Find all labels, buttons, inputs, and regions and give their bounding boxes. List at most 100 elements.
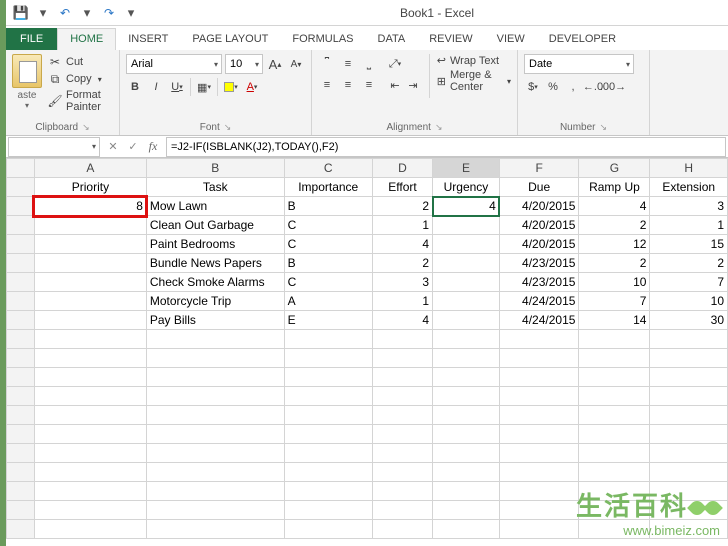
cell-empty[interactable] (499, 482, 579, 501)
cell-B7[interactable]: Motorcycle Trip (146, 292, 284, 311)
cell-empty[interactable] (34, 444, 146, 463)
font-color-button[interactable]: A▾ (243, 77, 261, 97)
bold-button[interactable]: B (126, 77, 144, 97)
cell-empty[interactable] (146, 482, 284, 501)
cell-C1[interactable]: Importance (284, 178, 372, 197)
paste-more-icon[interactable]: ▾ (25, 101, 29, 110)
cell-F8[interactable]: 4/24/2015 (499, 311, 579, 330)
cell-F5[interactable]: 4/23/2015 (499, 254, 579, 273)
comma-button[interactable]: , (564, 77, 582, 97)
cell-empty[interactable] (433, 520, 500, 539)
cell-empty[interactable] (372, 425, 432, 444)
cell-E7[interactable] (433, 292, 500, 311)
col-header-B[interactable]: B (146, 159, 284, 178)
cell-empty[interactable] (34, 425, 146, 444)
cell-empty[interactable] (650, 406, 728, 425)
row-header[interactable] (7, 216, 35, 235)
cell-empty[interactable] (372, 330, 432, 349)
cell-empty[interactable] (146, 444, 284, 463)
cell-empty[interactable] (372, 463, 432, 482)
cell-empty[interactable] (579, 330, 650, 349)
cell-E5[interactable] (433, 254, 500, 273)
cell-G4[interactable]: 12 (579, 235, 650, 254)
cell-D4[interactable]: 4 (372, 235, 432, 254)
cell-F7[interactable]: 4/24/2015 (499, 292, 579, 311)
cell-F4[interactable]: 4/20/2015 (499, 235, 579, 254)
cell-empty[interactable] (433, 444, 500, 463)
cell-H2[interactable]: 3 (650, 197, 728, 216)
undo-icon[interactable]: ↶ (56, 4, 74, 22)
tab-file[interactable]: FILE (6, 28, 57, 50)
cell-empty[interactable] (499, 501, 579, 520)
row-header[interactable] (7, 444, 35, 463)
tab-home[interactable]: HOME (57, 28, 116, 50)
cell-empty[interactable] (650, 482, 728, 501)
cell-empty[interactable] (499, 444, 579, 463)
orientation-button[interactable]: ⤢▾ (386, 54, 404, 74)
insert-function-button[interactable]: fx (144, 138, 162, 156)
cell-A1[interactable]: Priority (34, 178, 146, 197)
cell-D7[interactable]: 1 (372, 292, 432, 311)
decrease-indent-button[interactable]: ⇤ (386, 75, 404, 95)
currency-button[interactable]: $▾ (524, 77, 542, 97)
cell-empty[interactable] (34, 368, 146, 387)
select-all-corner[interactable] (7, 159, 35, 178)
cell-A8[interactable] (34, 311, 146, 330)
cell-A3[interactable] (34, 216, 146, 235)
cell-F6[interactable]: 4/23/2015 (499, 273, 579, 292)
cell-empty[interactable] (34, 406, 146, 425)
cell-empty[interactable] (146, 501, 284, 520)
cell-empty[interactable] (284, 501, 372, 520)
row-header[interactable] (7, 463, 35, 482)
row-header[interactable] (7, 368, 35, 387)
row-header[interactable] (7, 520, 35, 539)
cell-empty[interactable] (433, 349, 500, 368)
cell-empty[interactable] (34, 349, 146, 368)
row-header[interactable] (7, 197, 35, 216)
font-launcher-icon[interactable]: ↘ (224, 122, 232, 133)
cell-empty[interactable] (433, 406, 500, 425)
cell-E8[interactable] (433, 311, 500, 330)
cell-B2[interactable]: Mow Lawn (146, 197, 284, 216)
tab-insert[interactable]: INSERT (116, 29, 180, 50)
cell-empty[interactable] (433, 425, 500, 444)
cell-empty[interactable] (579, 463, 650, 482)
cell-G6[interactable]: 10 (579, 273, 650, 292)
grow-font-button[interactable]: A▴ (266, 54, 284, 74)
wrap-text-button[interactable]: ↩Wrap Text (437, 54, 511, 67)
cancel-formula-button[interactable]: ✕ (104, 138, 122, 156)
cell-empty[interactable] (579, 501, 650, 520)
col-header-H[interactable]: H (650, 159, 728, 178)
tab-page-layout[interactable]: PAGE LAYOUT (180, 29, 280, 50)
align-top-button[interactable]: ⎴ (318, 54, 336, 74)
cell-empty[interactable] (579, 387, 650, 406)
cell-D2[interactable]: 2 (372, 197, 432, 216)
number-format-combo[interactable]: Date (524, 54, 634, 74)
name-box[interactable] (8, 137, 100, 157)
cell-H4[interactable]: 15 (650, 235, 728, 254)
cell-B8[interactable]: Pay Bills (146, 311, 284, 330)
cell-empty[interactable] (284, 520, 372, 539)
cell-H3[interactable]: 1 (650, 216, 728, 235)
cell-empty[interactable] (372, 368, 432, 387)
cell-empty[interactable] (372, 501, 432, 520)
redo-icon[interactable]: ↷ (100, 4, 118, 22)
row-header[interactable] (7, 482, 35, 501)
cell-E4[interactable] (433, 235, 500, 254)
cell-empty[interactable] (34, 463, 146, 482)
cell-A6[interactable] (34, 273, 146, 292)
cell-empty[interactable] (499, 463, 579, 482)
cell-empty[interactable] (284, 387, 372, 406)
cell-empty[interactable] (146, 368, 284, 387)
cell-empty[interactable] (433, 330, 500, 349)
cell-B5[interactable]: Bundle News Papers (146, 254, 284, 273)
cell-empty[interactable] (499, 368, 579, 387)
row-header[interactable] (7, 406, 35, 425)
cell-empty[interactable] (650, 501, 728, 520)
borders-button[interactable]: ▦▾ (195, 77, 213, 97)
save-icon[interactable]: 💾 (12, 4, 30, 22)
cell-empty[interactable] (284, 444, 372, 463)
cell-empty[interactable] (650, 463, 728, 482)
cell-empty[interactable] (146, 463, 284, 482)
copy-button[interactable]: ⧉Copy▾ (46, 71, 113, 87)
